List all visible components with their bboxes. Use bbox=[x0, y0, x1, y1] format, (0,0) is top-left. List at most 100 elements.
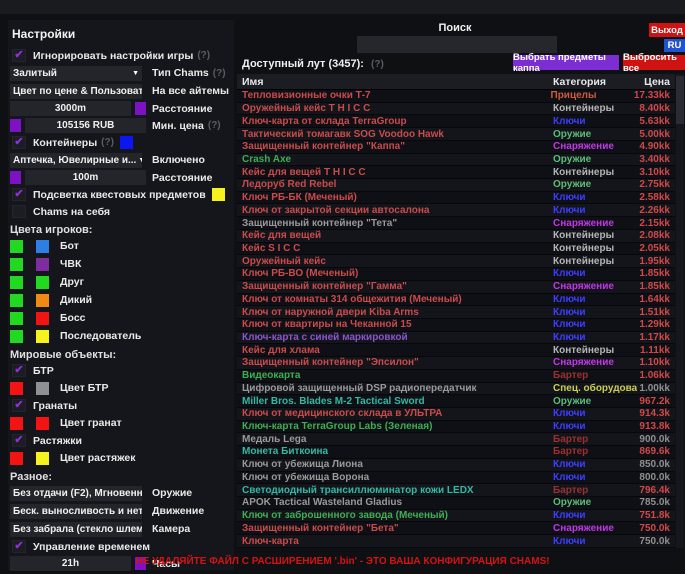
text-input[interactable]: 100m bbox=[25, 170, 146, 185]
loot-row[interactable]: Ключ от медицинского склада в УЛЬТРАКлюч… bbox=[237, 408, 675, 421]
drop-all-button[interactable]: Выбросить все bbox=[623, 55, 685, 70]
loot-row[interactable]: Защищенный контейнер "Бета"Снаряжение750… bbox=[237, 522, 675, 535]
scrollbar[interactable] bbox=[676, 74, 684, 548]
dropdown-label: Включено bbox=[152, 154, 205, 166]
loot-row[interactable]: APOK Tactical Wasteland GladiusОружие785… bbox=[237, 497, 675, 510]
loot-row[interactable]: Кейс S I C CКонтейнеры2.05kk bbox=[237, 243, 675, 256]
loot-row[interactable]: Crash AxeОружие3.40kk bbox=[237, 154, 675, 167]
loot-row[interactable]: Защищенный контейнер "Тета"Снаряжение2.1… bbox=[237, 217, 675, 230]
color-swatch-primary[interactable] bbox=[10, 417, 23, 430]
loot-item-price: 5.00kk bbox=[637, 129, 675, 140]
loot-row[interactable]: Ключ от комнаты 314 общежития (Меченый)К… bbox=[237, 294, 675, 307]
loot-row[interactable]: Ключ от квартиры на Чеканной 15Ключи1.29… bbox=[237, 319, 675, 332]
color-swatch-primary[interactable] bbox=[10, 452, 23, 465]
color-swatch[interactable] bbox=[212, 188, 225, 201]
loot-row[interactable]: Защищенный контейнер "Гамма"Снаряжение1.… bbox=[237, 281, 675, 294]
dropdown[interactable]: Цвет по цене & Пользователь▼ bbox=[10, 84, 142, 99]
loot-row[interactable]: Ключ РБ-БК (Меченый)Ключи2.58kk bbox=[237, 192, 675, 205]
loot-row[interactable]: Светодиодный трансиллюминатор кожи LEDXБ… bbox=[237, 484, 675, 497]
loot-row[interactable]: Ключ от закрытой секции автосалонаКлючи2… bbox=[237, 204, 675, 217]
loot-item-name: Цифровой защищенный DSP радиопередатчик bbox=[237, 383, 553, 394]
checkbox-unchecked[interactable] bbox=[12, 205, 26, 218]
checkbox-checked[interactable]: ✔ bbox=[12, 540, 26, 553]
loot-row[interactable]: Тактический томагавк SOG Voodoo HawkОруж… bbox=[237, 128, 675, 141]
column-header-price[interactable]: Цена bbox=[637, 76, 675, 88]
settings-row: Беск. выносливость и нет уста▼Движение bbox=[10, 502, 234, 520]
loot-row[interactable]: Кейс для вещей T H I C CКонтейнеры3.10kk bbox=[237, 166, 675, 179]
search-input[interactable] bbox=[357, 36, 557, 53]
color-swatch-primary[interactable] bbox=[10, 294, 23, 307]
checkbox-checked[interactable]: ✔ bbox=[12, 399, 26, 412]
settings-row: Бот bbox=[10, 237, 234, 255]
loot-row[interactable]: Miller Bros. Blades M-2 Tactical SwordОр… bbox=[237, 395, 675, 408]
dropdown-value: Аптечка, Ювелирные и... bbox=[13, 155, 136, 166]
dropdown[interactable]: Залитый▼ bbox=[10, 66, 142, 81]
exit-button[interactable]: Выход bbox=[649, 23, 685, 37]
color-swatch[interactable] bbox=[10, 171, 21, 184]
checkbox-checked[interactable]: ✔ bbox=[12, 434, 26, 447]
dropdown[interactable]: Без отдачи (F2), Мгновенное п▼ bbox=[10, 486, 142, 501]
loot-row[interactable]: Ледоруб Red RebelОружие2.75kk bbox=[237, 179, 675, 192]
loot-item-category: Оружие bbox=[553, 396, 637, 407]
loot-row[interactable]: Защищенный контейнер "Каппа"Снаряжение4.… bbox=[237, 141, 675, 154]
color-swatch-secondary[interactable] bbox=[36, 294, 49, 307]
loot-row[interactable]: Ключ от убежища ВоронаКлючи800.0k bbox=[237, 472, 675, 485]
text-input[interactable]: 3000m bbox=[10, 101, 131, 116]
color-swatch[interactable] bbox=[135, 102, 146, 115]
loot-row[interactable]: Медаль LegaБартер900.0k bbox=[237, 433, 675, 446]
checkbox-checked[interactable]: ✔ bbox=[12, 49, 26, 62]
loot-row[interactable]: Ключ от наружной двери Kiba ArmsКлючи1.5… bbox=[237, 306, 675, 319]
dropdown[interactable]: Аптечка, Ювелирные и...▼ bbox=[10, 153, 142, 168]
color-swatch-secondary[interactable] bbox=[36, 382, 49, 395]
loot-item-name: Crash Axe bbox=[237, 154, 553, 165]
loot-row[interactable]: Ключ-карта с синей маркировкойКлючи1.17k… bbox=[237, 332, 675, 345]
color-swatch-secondary[interactable] bbox=[36, 240, 49, 253]
loot-row[interactable]: Защищенный контейнер "Эпсилон"Снаряжение… bbox=[237, 357, 675, 370]
color-swatch-primary[interactable] bbox=[10, 240, 23, 253]
text-input[interactable]: 105156 RUB bbox=[25, 118, 146, 133]
loot-row[interactable]: Оружейный кейс T H I C CКонтейнеры8.40kk bbox=[237, 103, 675, 116]
loot-row[interactable]: Ключ РБ-ВО (Меченый)Ключи1.85kk bbox=[237, 268, 675, 281]
loot-row[interactable]: Кейс для вещейКонтейнеры2.08kk bbox=[237, 230, 675, 243]
color-swatch-primary[interactable] bbox=[10, 312, 23, 325]
loot-row[interactable]: Тепловизионные очки Т-7Прицелы17.33kk bbox=[237, 90, 675, 103]
color-swatch-secondary[interactable] bbox=[36, 452, 49, 465]
color-row-label: Друг bbox=[60, 276, 84, 288]
loot-item-price: 913.8k bbox=[637, 421, 675, 432]
color-swatch-primary[interactable] bbox=[10, 330, 23, 343]
loot-row[interactable]: Монета БиткоинаБартер869.6k bbox=[237, 446, 675, 459]
color-swatch-primary[interactable] bbox=[10, 276, 23, 289]
select-kappa-items-button[interactable]: Выбрать предметы каппа bbox=[513, 55, 619, 70]
language-button[interactable]: RU bbox=[664, 39, 685, 52]
column-header-category[interactable]: Категория bbox=[553, 76, 637, 88]
color-swatch[interactable] bbox=[10, 119, 21, 132]
color-swatch-secondary[interactable] bbox=[36, 276, 49, 289]
loot-row[interactable]: ВидеокартаБартер1.06kk bbox=[237, 370, 675, 383]
loot-row[interactable]: Ключ-карта от склада TerraGroupКлючи5.63… bbox=[237, 115, 675, 128]
color-swatch-secondary[interactable] bbox=[36, 258, 49, 271]
color-swatch-secondary[interactable] bbox=[36, 330, 49, 343]
scrollbar-thumb[interactable] bbox=[676, 76, 684, 124]
checkbox-label: БТР bbox=[33, 365, 54, 377]
loot-row[interactable]: Ключ от заброшенного завода (Меченый)Клю… bbox=[237, 510, 675, 523]
dropdown-label: Камера bbox=[152, 523, 190, 535]
checkbox-checked[interactable]: ✔ bbox=[12, 188, 26, 201]
checkbox-checked[interactable]: ✔ bbox=[12, 364, 26, 377]
color-swatch-primary[interactable] bbox=[10, 382, 23, 395]
loot-row[interactable]: Ключ от убежища ЛионаКлючи850.0k bbox=[237, 459, 675, 472]
checkbox-checked[interactable]: ✔ bbox=[12, 136, 26, 149]
loot-row[interactable]: Кейс для хламаКонтейнеры1.11kk bbox=[237, 344, 675, 357]
dropdown[interactable]: Без забрала (стекло шлема)▼ bbox=[10, 522, 142, 537]
color-swatch-secondary[interactable] bbox=[36, 312, 49, 325]
loot-row[interactable]: Цифровой защищенный DSP радиопередатчикС… bbox=[237, 383, 675, 396]
dropdown[interactable]: Беск. выносливость и нет уста▼ bbox=[10, 504, 142, 519]
color-swatch-primary[interactable] bbox=[10, 258, 23, 271]
loot-row[interactable]: Ключ-картаКлючи750.0k bbox=[237, 535, 675, 548]
color-swatch[interactable] bbox=[120, 136, 133, 149]
loot-item-category: Снаряжение bbox=[553, 523, 637, 534]
loot-row[interactable]: Оружейный кейсКонтейнеры1.95kk bbox=[237, 255, 675, 268]
column-header-name[interactable]: Имя bbox=[237, 76, 553, 88]
loot-row[interactable]: Ключ-карта TerraGroup Labs (Зеленая)Ключ… bbox=[237, 421, 675, 434]
loot-item-name: Ключ от квартиры на Чеканной 15 bbox=[237, 319, 553, 330]
color-swatch-secondary[interactable] bbox=[36, 417, 49, 430]
